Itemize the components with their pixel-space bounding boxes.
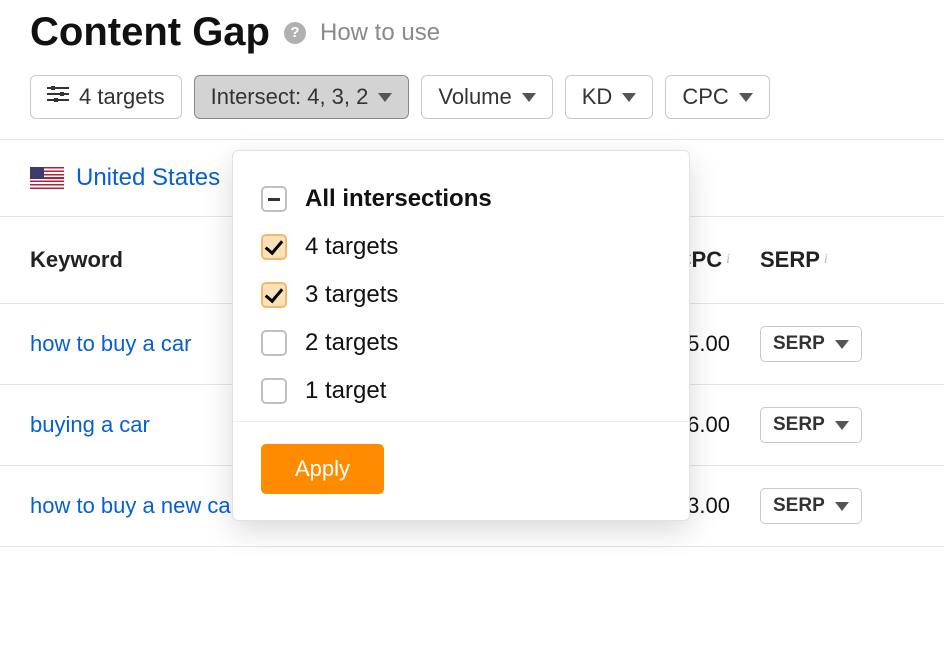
country-selector[interactable]: United States bbox=[76, 164, 220, 192]
intersect-option-1-label: 1 target bbox=[305, 377, 386, 405]
chevron-down-icon bbox=[522, 93, 536, 102]
chevron-down-icon bbox=[835, 340, 849, 349]
page-header: Content Gap ? How to use bbox=[0, 0, 944, 75]
serp-button-label: SERP bbox=[773, 333, 825, 355]
keyword-link[interactable]: how to buy a car bbox=[30, 331, 191, 356]
cpc-filter-button[interactable]: CPC bbox=[665, 75, 769, 119]
info-icon[interactable]: i bbox=[824, 252, 828, 268]
intersect-dropdown: All intersections 4 targets 3 targets 2 … bbox=[232, 150, 690, 521]
checkbox-mixed-icon[interactable] bbox=[261, 186, 287, 212]
kd-filter-label: KD bbox=[582, 84, 613, 110]
serp-button[interactable]: SERP bbox=[760, 326, 862, 362]
checkbox-empty-icon[interactable] bbox=[261, 378, 287, 404]
checkbox-empty-icon[interactable] bbox=[261, 330, 287, 356]
page-title: Content Gap bbox=[30, 10, 270, 55]
serp-button[interactable]: SERP bbox=[760, 488, 862, 524]
serp-button-label: SERP bbox=[773, 495, 825, 517]
volume-filter-label: Volume bbox=[438, 84, 511, 110]
us-flag-icon bbox=[30, 167, 64, 189]
help-icon[interactable]: ? bbox=[284, 22, 306, 44]
intersect-option-2[interactable]: 2 targets bbox=[261, 319, 661, 367]
intersect-option-4-label: 4 targets bbox=[305, 233, 398, 261]
kd-filter-button[interactable]: KD bbox=[565, 75, 654, 119]
targets-filter-label: 4 targets bbox=[79, 84, 165, 110]
sliders-icon bbox=[47, 84, 69, 110]
intersect-dropdown-footer: Apply bbox=[233, 421, 689, 520]
chevron-down-icon bbox=[835, 502, 849, 511]
col-serp-header[interactable]: SERP i bbox=[730, 247, 870, 273]
checkbox-checked-icon[interactable] bbox=[261, 234, 287, 260]
chevron-down-icon bbox=[622, 93, 636, 102]
intersect-option-4[interactable]: 4 targets bbox=[261, 223, 661, 271]
intersect-option-all-label: All intersections bbox=[305, 185, 492, 213]
chevron-down-icon bbox=[835, 421, 849, 430]
chevron-down-icon bbox=[378, 93, 392, 102]
cpc-filter-label: CPC bbox=[682, 84, 728, 110]
intersect-filter-label: Intersect: 4, 3, 2 bbox=[211, 84, 369, 110]
intersect-filter-button[interactable]: Intersect: 4, 3, 2 bbox=[194, 75, 410, 119]
intersect-option-1[interactable]: 1 target bbox=[261, 367, 661, 415]
checkbox-checked-icon[interactable] bbox=[261, 282, 287, 308]
intersect-option-all[interactable]: All intersections bbox=[261, 175, 661, 223]
targets-filter-button[interactable]: 4 targets bbox=[30, 75, 182, 119]
filter-bar: 4 targets Intersect: 4, 3, 2 Volume KD C… bbox=[0, 75, 944, 139]
intersect-option-3-label: 3 targets bbox=[305, 281, 398, 309]
serp-button[interactable]: SERP bbox=[760, 407, 862, 443]
intersect-dropdown-body: All intersections 4 targets 3 targets 2 … bbox=[233, 151, 689, 421]
volume-filter-button[interactable]: Volume bbox=[421, 75, 552, 119]
serp-button-label: SERP bbox=[773, 414, 825, 436]
keyword-link[interactable]: buying a car bbox=[30, 412, 150, 437]
how-to-use-link[interactable]: How to use bbox=[320, 19, 440, 47]
col-serp-label: SERP bbox=[760, 247, 820, 273]
intersect-option-2-label: 2 targets bbox=[305, 329, 398, 357]
intersect-option-3[interactable]: 3 targets bbox=[261, 271, 661, 319]
apply-button[interactable]: Apply bbox=[261, 444, 384, 494]
keyword-link[interactable]: how to buy a new car bbox=[30, 493, 238, 518]
chevron-down-icon bbox=[739, 93, 753, 102]
